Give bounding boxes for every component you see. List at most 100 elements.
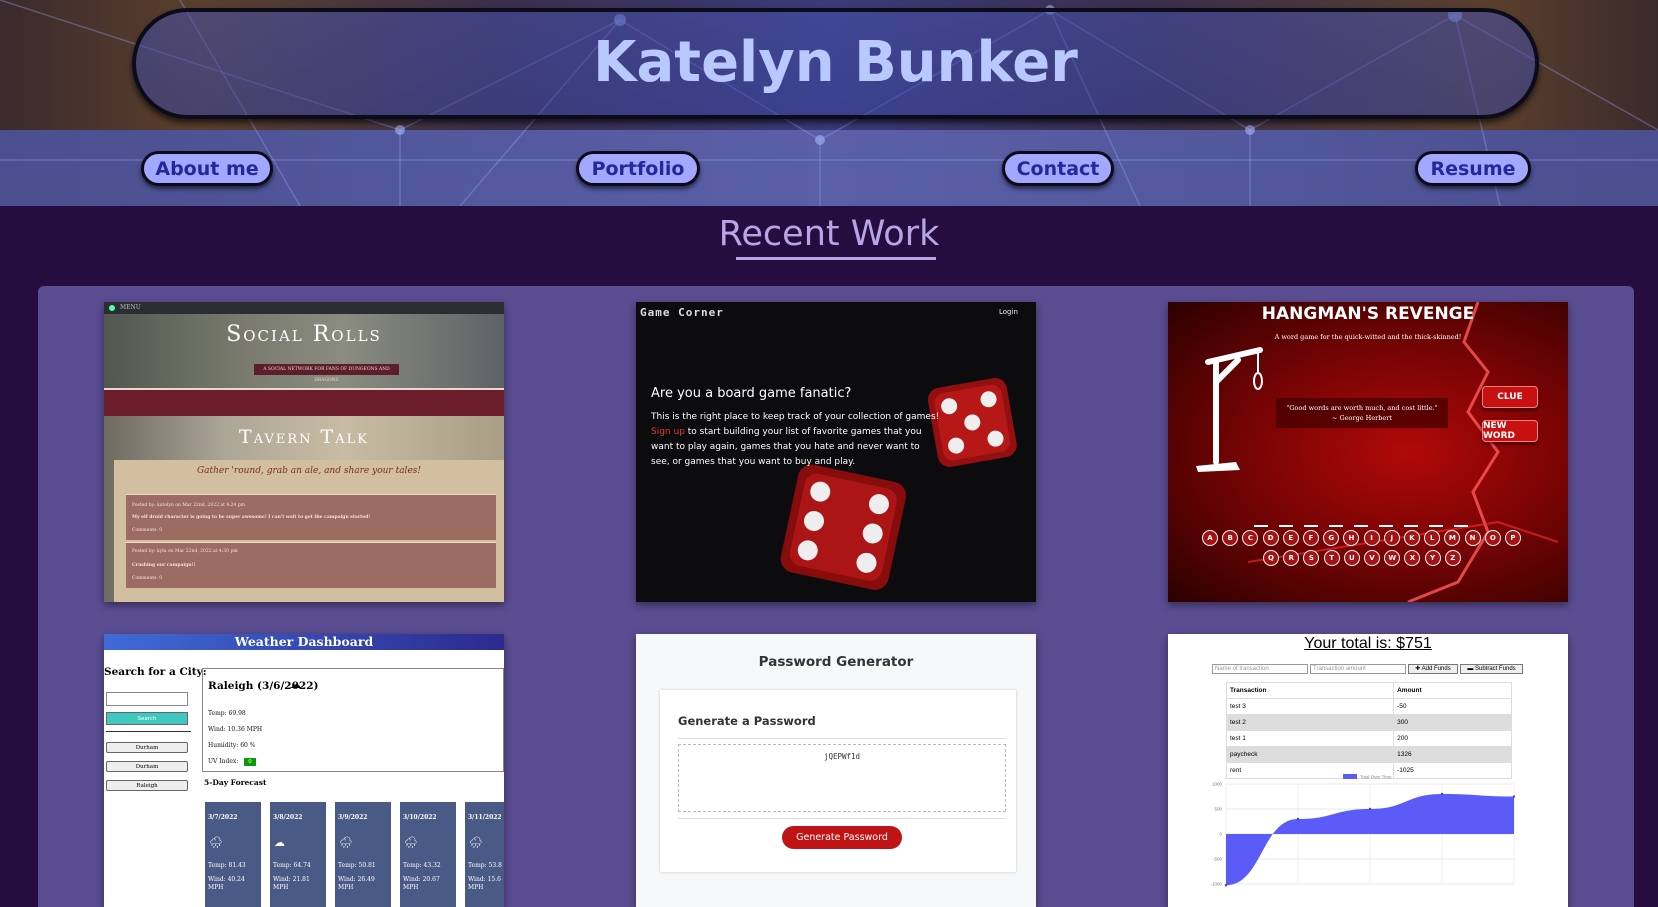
body-line: This is the right place to keep track of… <box>651 412 940 422</box>
letter-button: J <box>1383 530 1400 546</box>
letter-button: I <box>1363 530 1380 546</box>
letter-button: U <box>1343 550 1360 566</box>
forecast-wind: Wind: 21.81 MPH <box>273 876 310 891</box>
data-point <box>1296 817 1300 821</box>
project-card-social-rolls[interactable]: MENU Social Rolls A SOCIAL NETWORK FOR F… <box>104 302 504 602</box>
post-comments: Comments: 0 <box>132 576 163 581</box>
rain-icon: 🌧 <box>209 836 223 849</box>
data-point <box>1512 795 1516 798</box>
word-dash <box>1379 525 1393 527</box>
forecast-card: 3/10/2022 🌧 Temp: 43.32 Wind: 20.67 MPH <box>400 802 456 907</box>
city-input <box>106 692 188 706</box>
forecast-temp: Temp: 81.43 <box>208 862 246 869</box>
nav-about-me-button[interactable]: About me <box>141 151 273 186</box>
header-banner: Katelyn Bunker About me Portfolio Contac… <box>0 0 1658 206</box>
site-title: Katelyn Bunker <box>593 30 1078 95</box>
menu-icon <box>109 305 115 311</box>
forecast-wind: Wind: 15.6 MPH <box>468 876 501 891</box>
forecast-title: 5-Day Forecast <box>204 778 267 787</box>
y-tick-label: 500 <box>1214 807 1222 812</box>
signup-link: Sign up <box>651 427 685 437</box>
project-card-hangman[interactable]: HANGMAN'S REVENGE A word game for the qu… <box>1168 302 1568 602</box>
divider-bar <box>104 388 504 416</box>
project-card-game-corner[interactable]: Game Corner Login Are you a board game f… <box>636 302 1036 602</box>
letter-button: A <box>1202 530 1218 546</box>
top-bar <box>104 302 504 314</box>
hero-body: This is the right place to keep track of… <box>651 410 941 470</box>
forecast-date: 3/11/2022 <box>468 814 502 821</box>
section-underline <box>736 257 936 260</box>
post-card: Posted by: kyla on Mar 22nd, 2022 at 4:3… <box>126 542 496 588</box>
site-logo: Game Corner <box>640 306 724 319</box>
body-line: to start building your list of favorite … <box>651 427 922 467</box>
history-button: Raleigh <box>106 780 188 791</box>
current-wind: Wind: 10.36 MPH <box>208 726 263 733</box>
word-dash <box>1254 525 1268 527</box>
letter-button: Q <box>1263 550 1279 566</box>
data-point <box>1440 792 1444 796</box>
legend-label: Total Over Time <box>1360 775 1392 780</box>
total-over-time-chart: 1000 500 0 -500 -1000 Total Over Time <box>1210 774 1516 887</box>
word-dash <box>1304 525 1318 527</box>
forecast-wind: Wind: 40.24 MPH <box>208 876 245 891</box>
post-text: My elf druid character is going to be su… <box>132 515 371 520</box>
nav-resume-button[interactable]: Resume <box>1415 151 1531 186</box>
search-label: Search for a City: <box>104 666 207 678</box>
y-tick-label: -500 <box>1213 857 1223 862</box>
password-value: jQEPWf1d <box>823 752 861 761</box>
forecast-card: 3/8/2022 ☁ Temp: 64.74 Wind: 21.81 MPH <box>270 802 326 907</box>
forecast-temp: Temp: 53.8 <box>468 862 502 869</box>
history-button: Durham <box>106 761 188 772</box>
game-title: HANGMAN'S REVENGE <box>1261 304 1475 324</box>
data-point <box>1368 807 1372 811</box>
project-subtitle: A SOCIAL NETWORK FOR FANS OF DUNGEONS AN… <box>254 364 399 383</box>
letter-button: K <box>1404 530 1420 546</box>
letter-button: O <box>1484 530 1501 546</box>
app-title: Weather Dashboard <box>104 634 504 650</box>
current-humidity: Humidity: 60 % <box>208 742 256 749</box>
post-meta: Posted by: kyla on Mar 22nd, 2022 at 4:3… <box>132 549 238 554</box>
tagline: Gather 'round, grab an ale, and share yo… <box>196 466 422 476</box>
cloud-icon: ☁ <box>274 836 285 849</box>
divider <box>678 738 1006 739</box>
forecast-card: 3/9/2022 🌧 Temp: 50.81 Wind: 26.49 MPH <box>335 802 391 907</box>
forecast-temp: Temp: 64.74 <box>273 862 311 869</box>
y-tick-label: 0 <box>1219 832 1222 837</box>
word-dash <box>1404 525 1418 527</box>
letter-button: F <box>1303 530 1319 546</box>
rain-icon: 🌧 <box>469 836 483 849</box>
post-comments: Comments: 0 <box>132 528 163 533</box>
project-card-budget-tracker[interactable]: Your total is: $751 Name of transaction … <box>1168 634 1568 907</box>
forecast-temp: Temp: 50.81 <box>338 862 376 869</box>
letter-button: Y <box>1424 550 1441 566</box>
divider <box>678 818 1006 819</box>
word-dash <box>1354 525 1368 527</box>
data-point <box>1224 884 1228 887</box>
letter-button: V <box>1364 550 1380 566</box>
app-title: Password Generator <box>758 654 914 670</box>
history-button: Durham <box>106 742 188 753</box>
forecast-wind: Wind: 26.49 MPH <box>338 876 375 891</box>
menu-label: MENU <box>120 304 141 311</box>
project-card-password-generator[interactable]: Password Generator Generate a Password j… <box>636 634 1036 907</box>
quote-text: "Good words are worth much, and cost lit… <box>1286 404 1438 412</box>
nav-contact-button[interactable]: Contact <box>1002 151 1114 186</box>
forecast-date: 3/8/2022 <box>273 814 303 821</box>
nav-portfolio-button[interactable]: Portfolio <box>576 151 700 186</box>
forecast-wind: Wind: 20.67 MPH <box>403 876 440 891</box>
project-card-weather[interactable]: Weather Dashboard Search for a City: Sea… <box>104 634 504 907</box>
game-subtitle: A word game for the quick-witted and the… <box>1274 333 1462 341</box>
post-card: Posted by: katelyn on Mar 22nd, 2022 at … <box>126 494 496 540</box>
section-title: Recent Work <box>718 214 940 254</box>
tavern-title: Tavern Talk <box>239 426 369 448</box>
hero-question: Are you a board game fanatic? <box>651 386 852 401</box>
letter-button: Z <box>1444 550 1461 566</box>
quote-author: ~ George Herbert <box>1332 414 1392 422</box>
letter-button: E <box>1282 530 1299 546</box>
word-dash <box>1429 525 1443 527</box>
generate-password-button: Generate Password <box>782 826 902 849</box>
current-temp: Temp: 69.98 <box>208 710 246 717</box>
forecast-temp: Temp: 43.32 <box>403 862 441 869</box>
y-tick-label: -1000 <box>1210 882 1222 887</box>
letter-button: D <box>1262 530 1279 546</box>
